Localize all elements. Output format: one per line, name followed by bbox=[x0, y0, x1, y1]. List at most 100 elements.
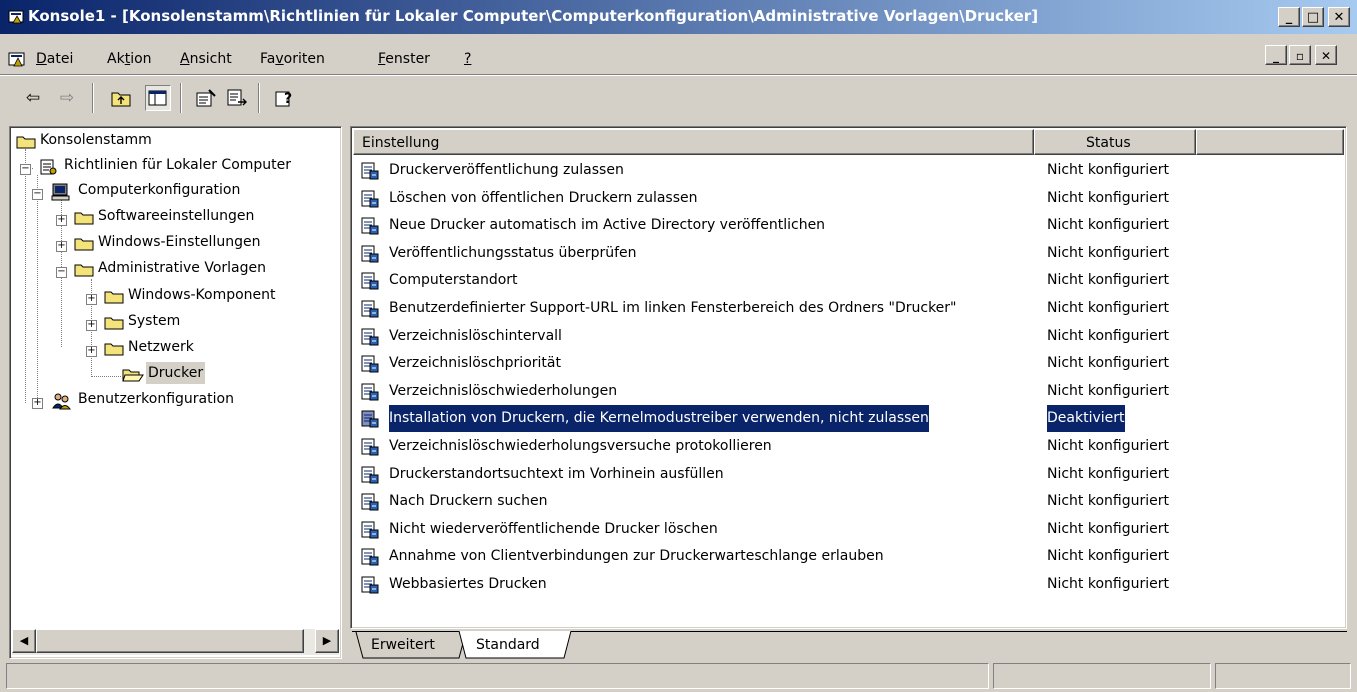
toolbar: ⇦ ⇨ ? bbox=[0, 77, 1357, 121]
setting-status: Nicht konfiguriert bbox=[1047, 189, 1170, 206]
tree-item-label: Administrative Vorlagen bbox=[98, 260, 267, 276]
setting-status: Nicht konfiguriert bbox=[1047, 438, 1170, 454]
expand-toggle[interactable]: + bbox=[32, 398, 43, 409]
list-item[interactable]: Neue Drucker automatisch im Active Direc… bbox=[355, 212, 1341, 239]
menu-fenster[interactable]: Fenster bbox=[378, 51, 430, 67]
policy-setting-icon bbox=[361, 466, 379, 484]
policy-setting-icon bbox=[361, 576, 379, 594]
menu-aktion[interactable]: Aktion bbox=[107, 51, 152, 67]
svg-text:?: ? bbox=[284, 91, 292, 107]
help-icon: ? bbox=[275, 91, 292, 107]
list-item[interactable]: Installation von Druckern, die Kernelmod… bbox=[355, 405, 1341, 433]
mdi-minimize-button[interactable]: _ bbox=[1265, 45, 1287, 65]
close-button[interactable]: ✕ bbox=[1328, 7, 1350, 27]
setting-status: Nicht konfiguriert bbox=[1047, 382, 1170, 399]
toolbar-separator bbox=[92, 83, 94, 113]
toolbar-separator bbox=[180, 83, 182, 113]
tree-item-label: Softwareeinstellungen bbox=[98, 208, 255, 224]
folder-up-icon bbox=[111, 92, 131, 107]
setting-status: Nicht konfiguriert bbox=[1047, 272, 1170, 289]
collapse-toggle[interactable]: − bbox=[32, 189, 43, 200]
minimize-button[interactable]: _ bbox=[1278, 7, 1300, 27]
setting-status: Nicht konfiguriert bbox=[1047, 548, 1170, 565]
menu-ansicht[interactable]: Ansicht bbox=[180, 51, 232, 67]
export-list-button[interactable] bbox=[224, 85, 250, 111]
list-item[interactable]: Benutzerdefinierter Support-URL im linke… bbox=[355, 295, 1341, 322]
minimize-icon: _ bbox=[1285, 10, 1293, 25]
collapse-toggle[interactable]: − bbox=[20, 164, 31, 175]
column-header-status[interactable]: Status bbox=[1034, 129, 1196, 155]
expand-toggle[interactable]: + bbox=[56, 241, 67, 252]
maximize-button[interactable]: □ bbox=[1302, 7, 1324, 27]
setting-name: Neue Drucker automatisch im Active Direc… bbox=[389, 217, 826, 234]
menu-bar: Datei Aktion Ansicht Favoriten Fenster ?… bbox=[0, 34, 1357, 74]
list-item[interactable]: Druckerveröffentlichung zulassen Nicht ko… bbox=[355, 157, 1341, 184]
expand-toggle[interactable]: + bbox=[86, 346, 97, 357]
setting-name: Verzeichnislöschwiederholungen bbox=[389, 382, 618, 399]
menu-divider bbox=[0, 74, 1357, 76]
policy-setting-icon bbox=[361, 355, 379, 373]
help-button[interactable]: ? bbox=[272, 85, 298, 111]
tab-standard[interactable]: Standard bbox=[458, 631, 572, 659]
list-item[interactable]: Verzeichnislöschpriorität Nicht konfiguri… bbox=[355, 350, 1341, 377]
setting-status: Nicht konfiguriert bbox=[1047, 355, 1170, 372]
list-item[interactable]: Verzeichnislöschintervall Nicht konfiguri… bbox=[355, 323, 1341, 350]
scroll-thumb[interactable] bbox=[36, 629, 304, 653]
tree-line bbox=[37, 175, 38, 400]
forward-arrow-icon: ⇨ bbox=[59, 88, 75, 108]
list-item[interactable]: Verzeichnislöschwiederholungen Nicht konf… bbox=[355, 378, 1341, 405]
forward-button[interactable]: ⇨ bbox=[54, 85, 80, 111]
collapse-toggle[interactable]: − bbox=[56, 267, 67, 278]
mdi-restore-button[interactable]: ▫ bbox=[1289, 45, 1311, 65]
back-button[interactable]: ⇦ bbox=[20, 85, 46, 111]
mdi-close-button[interactable]: ✕ bbox=[1315, 45, 1337, 65]
tree-line bbox=[91, 376, 121, 377]
expand-toggle[interactable]: + bbox=[56, 215, 67, 226]
list-item[interactable]: Verzeichnislöschwiederholungsversuche pr… bbox=[355, 433, 1341, 460]
folder-icon bbox=[74, 212, 94, 225]
tree-item-label: Richtlinien für Lokaler Computer bbox=[64, 157, 292, 173]
list-item[interactable]: Druckerstandortsuchtext im Vorhinein aus… bbox=[355, 461, 1341, 488]
list-item[interactable]: Webbasiertes Drucken Nicht konfiguriert bbox=[355, 571, 1341, 598]
restore-icon: ▫ bbox=[1295, 49, 1305, 63]
expand-toggle[interactable]: + bbox=[86, 294, 97, 305]
console-tree[interactable]: Konsolenstamm − Richtlinien für Lokaler … bbox=[9, 126, 342, 659]
folder-icon bbox=[74, 238, 94, 251]
export-list-icon bbox=[227, 89, 247, 106]
status-panel-main bbox=[6, 663, 989, 689]
tree-horizontal-scrollbar[interactable]: ◀ ▶ bbox=[12, 629, 339, 655]
scroll-left-button[interactable]: ◀ bbox=[12, 629, 36, 653]
menu-datei[interactable]: Datei bbox=[36, 51, 73, 67]
policy-setting-icon bbox=[361, 217, 379, 235]
show-hide-tree-button[interactable] bbox=[145, 85, 171, 111]
list-item[interactable]: Computerstandort Nicht konfiguriert bbox=[355, 267, 1341, 294]
policy-setting-icon bbox=[361, 548, 379, 566]
setting-status: Nicht konfiguriert bbox=[1047, 465, 1170, 482]
computer-icon bbox=[51, 183, 70, 201]
properties-button[interactable] bbox=[193, 85, 219, 111]
menu-favoriten[interactable]: Favoriten bbox=[260, 51, 325, 67]
setting-name: Installation von Druckern, die Kernelmod… bbox=[389, 405, 929, 433]
list-item[interactable]: Annahme von Clientverbindungen zur Druck… bbox=[355, 543, 1341, 570]
list-item[interactable]: Löschen von öffentlichen Druckern zulass… bbox=[355, 185, 1341, 212]
column-header-setting[interactable]: Einstellung bbox=[353, 129, 1034, 155]
title-bar[interactable]: Konsole1 - [Konsolenstamm\Richtlinien fü… bbox=[0, 0, 1357, 34]
tab-extended[interactable]: Erweitert bbox=[355, 632, 467, 659]
list-item[interactable]: Veröffentlichungsstatus überprüfen Nicht … bbox=[355, 240, 1341, 267]
maximize-icon: □ bbox=[1306, 10, 1320, 25]
setting-name: Webbasiertes Drucken bbox=[389, 576, 547, 592]
setting-name: Annahme von Clientverbindungen zur Druck… bbox=[389, 548, 884, 565]
menu-help[interactable]: ? bbox=[464, 51, 471, 67]
list-item[interactable]: Nach Druckern suchen Nicht konfiguriert bbox=[355, 488, 1341, 515]
expand-toggle[interactable]: + bbox=[86, 320, 97, 331]
up-one-level-button[interactable] bbox=[108, 85, 134, 111]
setting-name: Löschen von öffentlichen Druckern zulass… bbox=[389, 189, 698, 206]
folder-icon bbox=[104, 343, 124, 356]
setting-name: Veröffentlichungsstatus überprüfen bbox=[389, 244, 637, 261]
tree-item-label: Windows-Einstellungen bbox=[98, 234, 261, 250]
list-item[interactable]: Nicht wiederveröffentlichende Drucker lö… bbox=[355, 516, 1341, 543]
mmc-console-icon bbox=[8, 10, 24, 24]
settings-list[interactable]: Einstellung Status Druckerveröffentlichu… bbox=[350, 126, 1347, 629]
setting-name: Nach Druckern suchen bbox=[389, 493, 548, 510]
scroll-right-button[interactable]: ▶ bbox=[315, 629, 339, 653]
